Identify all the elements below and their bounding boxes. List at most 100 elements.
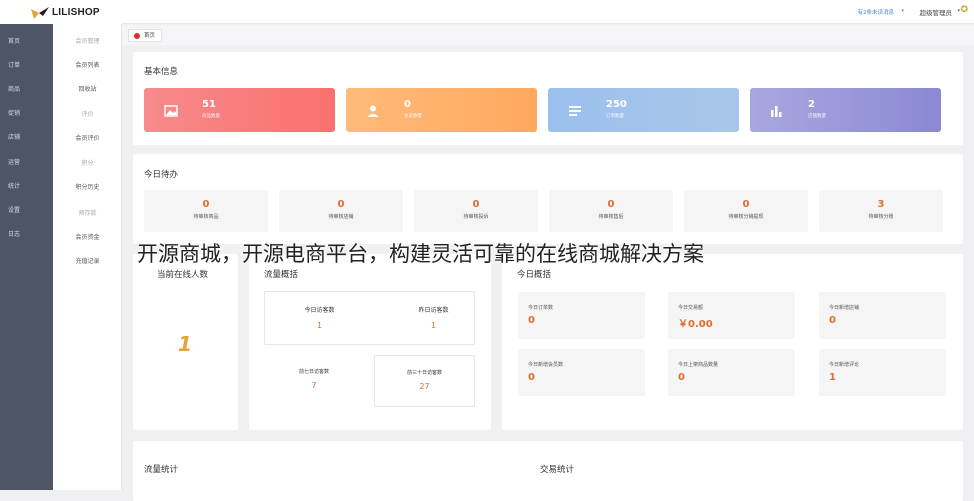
month-visitors-box: 前三十日访客数 27 xyxy=(374,355,475,407)
today-item-label: 今日上架商品数量 xyxy=(678,362,719,368)
todo-label: 待审核分销提现 xyxy=(728,214,764,220)
user-menu[interactable]: 超级管理员 xyxy=(920,7,953,17)
sidebar-item-orders[interactable]: 订单 xyxy=(0,60,53,69)
month-visitors-label: 前三十日访客数 xyxy=(406,370,442,376)
online-users-value: 1 xyxy=(178,332,192,356)
week-visitors-box: 前七日访客数 7 xyxy=(264,355,364,407)
todo-item[interactable]: 0 待审核店铺 xyxy=(279,190,403,232)
today-item-label: 今日交易额 xyxy=(678,305,704,311)
sidebar-item-goods[interactable]: 商品 xyxy=(0,84,53,93)
today-item: 今日订单数 0 xyxy=(518,292,645,339)
basic-info-title: 基本信息 xyxy=(144,67,179,77)
image-icon xyxy=(164,103,178,117)
todo-item[interactable]: 0 待审核售后 xyxy=(549,190,673,232)
today-item: 今日新增会员数 0 xyxy=(518,349,645,396)
today-item-label: 今日新增店铺 xyxy=(829,305,860,311)
active-dot-icon xyxy=(134,33,140,39)
stat-card-goods[interactable]: 51 商品数量 xyxy=(144,88,335,132)
sidebar-item-operation[interactable]: 运营 xyxy=(0,157,53,166)
today-item-value: 1 xyxy=(829,372,836,383)
subnav-group-deposit: 预存款 xyxy=(78,210,97,217)
todo-label: 待审核分账 xyxy=(868,214,894,220)
month-visitors-value: 27 xyxy=(419,382,430,391)
today-item-label: 今日新增评论 xyxy=(829,362,860,368)
subnav-group-review: 评价 xyxy=(81,111,94,118)
todo-value: 0 xyxy=(742,199,750,210)
subnav-group-member: 会员管理 xyxy=(75,38,100,45)
subnav-item-recycle[interactable]: 回收站 xyxy=(53,84,122,93)
bar-chart-icon xyxy=(770,103,784,117)
sidebar-item-home[interactable]: 首页 xyxy=(0,36,53,45)
today-item: 今日上架商品数量 0 xyxy=(668,349,795,396)
subnav-item-recharge[interactable]: 充值记录 xyxy=(53,256,122,265)
today-item: 今日新增店铺 0 xyxy=(819,292,946,339)
online-users-title: 当前在线人数 xyxy=(157,270,209,280)
today-item-label: 今日新增会员数 xyxy=(528,362,564,368)
list-icon xyxy=(568,103,582,117)
logo-text: LILISHOP xyxy=(52,6,100,18)
today-overview-panel xyxy=(502,254,963,430)
main-sidebar: 首页 订单 商品 促销 店铺 运营 统计 设置 日志 xyxy=(0,0,53,490)
tab-bar: 首页 xyxy=(122,25,974,45)
sidebar-item-settings[interactable]: 设置 xyxy=(0,205,53,214)
todo-label: 待审核投诉 xyxy=(463,214,489,220)
todo-value: 3 xyxy=(877,199,885,210)
today-item: 今日新增评论 1 xyxy=(819,349,946,396)
todo-value: 0 xyxy=(472,199,480,210)
stat-label: 会员数量 xyxy=(404,114,422,119)
todo-value: 0 xyxy=(202,199,210,210)
sidebar-item-stores[interactable]: 店铺 xyxy=(0,132,53,141)
subnav-item-member-list[interactable]: 会员列表 xyxy=(53,60,122,69)
todo-label: 待审核售后 xyxy=(598,214,624,220)
todo-item[interactable]: 0 待审核分销提现 xyxy=(684,190,808,232)
top-bar: 有2条未读消息 ▾ 超级管理员 ▾ ✪ xyxy=(122,0,974,24)
stat-value: 51 xyxy=(202,99,216,110)
stat-value: 250 xyxy=(606,99,627,110)
today-item-value: 0 xyxy=(528,315,535,326)
todo-label: 待审核商品 xyxy=(193,214,219,220)
todo-item[interactable]: 0 待审核商品 xyxy=(144,190,268,232)
today-item-value: 0 xyxy=(528,372,535,383)
visitors-box: 今日访客数 1 昨日访客数 1 xyxy=(264,291,475,345)
week-visitors-label: 前七日访客数 xyxy=(298,369,329,375)
trade-statistics-title: 交易统计 xyxy=(540,465,575,475)
today-item-value: 0 xyxy=(678,372,685,383)
chevron-down-icon: ▾ xyxy=(901,8,904,14)
stat-card-orders[interactable]: 250 订单数量 xyxy=(548,88,739,132)
user-icon xyxy=(366,103,380,117)
sidebar-item-promotion[interactable]: 促销 xyxy=(0,108,53,117)
today-overview-title: 今日概括 xyxy=(517,270,552,280)
todo-value: 0 xyxy=(337,199,345,210)
todo-label: 待审核店铺 xyxy=(328,214,354,220)
tab-home[interactable]: 首页 xyxy=(128,29,163,42)
subnav-item-member-review[interactable]: 会员评价 xyxy=(53,133,122,142)
puzzle-icon[interactable]: ✪ xyxy=(960,5,968,15)
stat-label: 商品数量 xyxy=(202,114,220,119)
overlay-caption: 开源商城，开源电商平台，构建灵活可靠的在线商城解决方案 xyxy=(137,242,704,266)
stat-label: 订单数量 xyxy=(606,114,624,119)
subnav-item-points-history[interactable]: 积分历史 xyxy=(53,182,122,191)
todo-item[interactable]: 3 待审核分账 xyxy=(819,190,943,232)
todo-item[interactable]: 0 待审核投诉 xyxy=(414,190,538,232)
todo-value: 0 xyxy=(607,199,615,210)
sidebar-item-logs[interactable]: 日志 xyxy=(0,229,53,238)
today-item: 今日交易额 ￥0.00 xyxy=(668,292,795,339)
stat-value: 2 xyxy=(808,99,815,110)
sidebar-item-statistics[interactable]: 统计 xyxy=(0,181,53,190)
today-item-label: 今日订单数 xyxy=(528,305,554,311)
stat-card-stores[interactable]: 2 店铺数量 xyxy=(750,88,941,132)
stat-value: 0 xyxy=(404,99,411,110)
traffic-statistics-title: 流量统计 xyxy=(144,465,179,475)
traffic-overview-title: 流量概括 xyxy=(264,270,299,280)
logo[interactable]: LILISHOP xyxy=(0,0,122,24)
subnav-item-member-funds[interactable]: 会员资金 xyxy=(53,232,122,241)
logo-icon xyxy=(30,5,50,19)
subnav-group-points: 积分 xyxy=(81,160,94,167)
today-item-value: 0 xyxy=(829,315,836,326)
stat-label: 店铺数量 xyxy=(808,114,826,119)
week-visitors-value: 7 xyxy=(311,381,317,390)
today-item-value: ￥0.00 xyxy=(678,319,713,330)
stat-card-members[interactable]: 0 会员数量 xyxy=(346,88,537,132)
todo-title: 今日待办 xyxy=(144,170,179,180)
unread-messages-link[interactable]: 有2条未读消息 xyxy=(858,8,895,16)
